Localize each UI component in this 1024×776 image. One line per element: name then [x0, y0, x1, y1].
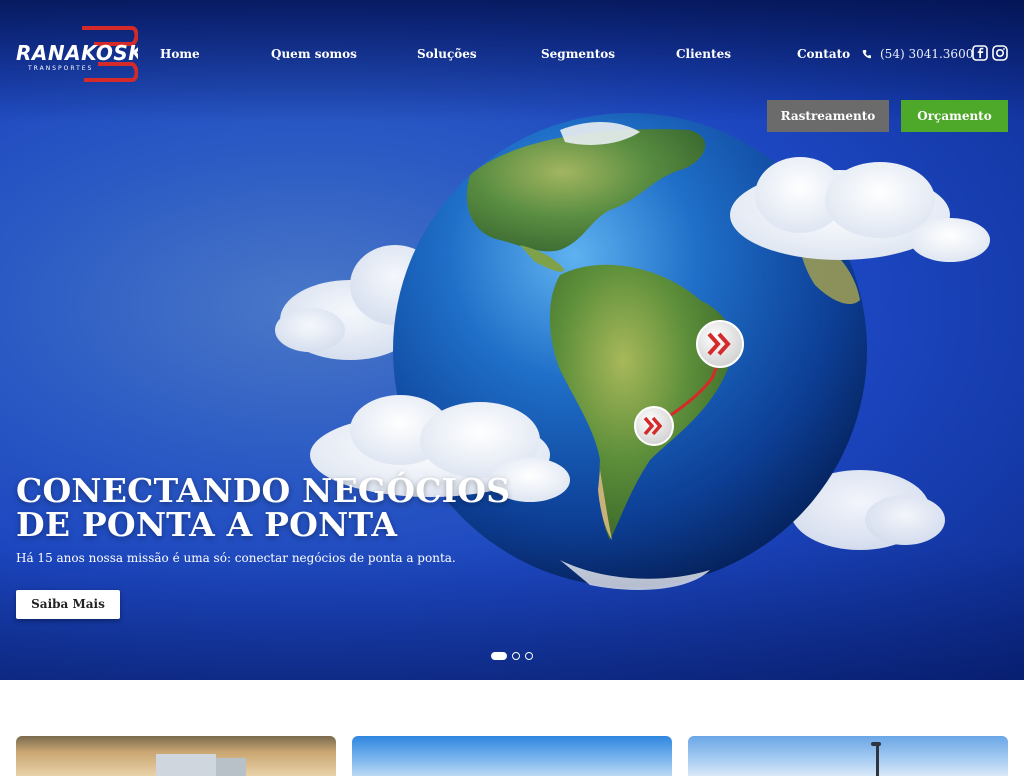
slide-dot-1[interactable]: [491, 652, 507, 660]
headline-line-1: CONECTANDO NEGÓCIOS: [16, 471, 511, 510]
slide-dot-2[interactable]: [512, 652, 520, 660]
nav-quem-somos[interactable]: Quem somos: [271, 47, 357, 61]
headline-line-2: DE PONTA A PONTA: [16, 505, 398, 544]
card-image-3[interactable]: [688, 736, 1008, 776]
instagram-icon[interactable]: [992, 45, 1008, 61]
card-image-2[interactable]: [352, 736, 672, 776]
slider-pagination: [491, 652, 533, 660]
brand-logo[interactable]: RANAKOSKI TRANSPORTES: [14, 26, 138, 82]
hero-headline: CONECTANDO NEGÓCIOS DE PONTA A PONTA: [16, 474, 536, 542]
hero-subtitle: Há 15 anos nossa missão é uma só: conect…: [16, 551, 456, 565]
site-header: RANAKOSKI TRANSPORTES Home Quem somos So…: [0, 0, 1024, 100]
nav-solucoes[interactable]: Soluções: [417, 47, 477, 61]
saiba-mais-button[interactable]: Saiba Mais: [16, 590, 120, 619]
phone-contact[interactable]: (54) 3041.3600: [862, 47, 973, 61]
svg-text:RANAKOSKI: RANAKOSKI: [16, 41, 138, 65]
hero-banner: RANAKOSKI TRANSPORTES Home Quem somos So…: [0, 0, 1024, 680]
quote-button[interactable]: Orçamento: [901, 100, 1008, 132]
nav-home[interactable]: Home: [160, 47, 200, 61]
phone-icon: [862, 50, 871, 59]
facebook-icon[interactable]: [972, 45, 988, 61]
truck-icon: [156, 754, 246, 776]
nav-segmentos[interactable]: Segmentos: [541, 47, 615, 61]
svg-text:TRANSPORTES: TRANSPORTES: [27, 65, 93, 72]
nav-contato[interactable]: Contato: [797, 47, 850, 61]
nav-clientes[interactable]: Clientes: [676, 47, 731, 61]
tracking-button[interactable]: Rastreamento: [767, 100, 889, 132]
card-image-1[interactable]: [16, 736, 336, 776]
streetlight-icon: [871, 742, 881, 776]
slide-dot-3[interactable]: [525, 652, 533, 660]
phone-number: (54) 3041.3600: [880, 47, 974, 61]
feature-cards: [0, 736, 1024, 776]
